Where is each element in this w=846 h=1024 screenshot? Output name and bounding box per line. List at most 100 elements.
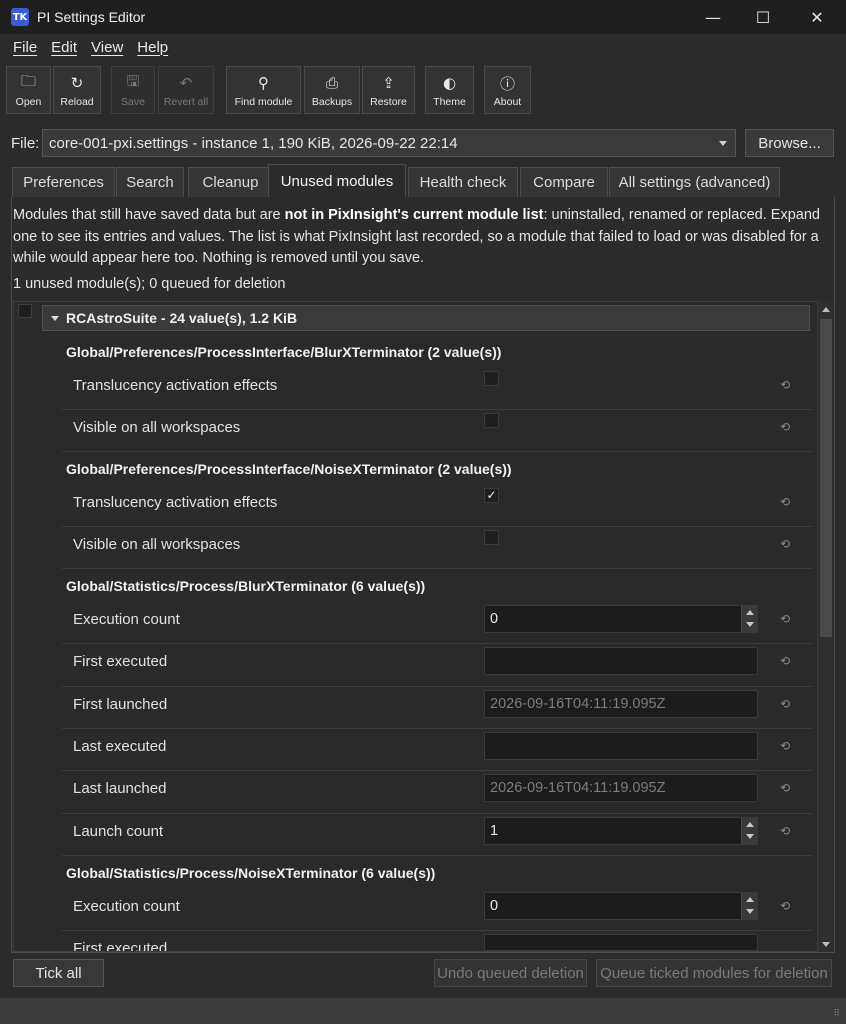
number-spinbox[interactable]: 1 — [484, 816, 758, 845]
setting-checkbox[interactable]: ✓ — [484, 488, 499, 503]
close-button[interactable]: ✕ — [794, 0, 840, 34]
row-divider — [62, 568, 812, 569]
tab-preferences[interactable]: Preferences — [12, 167, 115, 197]
theme-button[interactable]: ◐ Theme — [425, 66, 474, 114]
text-field[interactable] — [484, 647, 758, 676]
menu-view[interactable]: View — [91, 39, 123, 56]
theme-icon: ◐ — [442, 74, 457, 92]
toolbar-label: Open — [15, 96, 42, 108]
tab-compare[interactable]: Compare — [520, 167, 608, 197]
text-field: 2026-09-16T04:11:19.095Z — [484, 774, 758, 803]
toolbar-label: About — [493, 96, 522, 108]
reset-icon[interactable]: ⟲ — [780, 899, 790, 913]
field-value: 1 — [490, 822, 499, 839]
resize-grip-icon[interactable]: ⠿ — [833, 1009, 840, 1019]
reset-icon[interactable]: ⟲ — [780, 495, 790, 509]
window-title: PI Settings Editor — [37, 9, 146, 25]
field-value: 2026-09-16T04:11:19.095Z — [490, 780, 666, 797]
find-module-button[interactable]: ⚲ Find module — [226, 66, 301, 114]
setting-label: First executed — [73, 653, 168, 671]
spin-arrows-icon[interactable] — [741, 606, 757, 632]
reset-icon[interactable]: ⟲ — [780, 697, 790, 711]
module-header[interactable]: RCAstroSuite - 24 value(s), 1.2 KiB — [42, 305, 810, 331]
setting-label: Translucency activation effects — [73, 494, 278, 511]
text-field[interactable] — [484, 934, 758, 951]
row-divider — [62, 409, 812, 410]
toolbar-label: Find module — [234, 96, 293, 108]
row-divider — [62, 451, 812, 452]
setting-label: Translucency activation effects — [73, 377, 278, 394]
reset-icon[interactable]: ⟲ — [780, 824, 790, 838]
restore-button[interactable]: ⇪ Restore — [362, 66, 415, 114]
tick-all-button[interactable]: Tick all — [13, 959, 104, 987]
setting-label: Visible on all workspaces — [73, 536, 241, 553]
group-title: Global/Preferences/ProcessInterface/Nois… — [66, 461, 512, 477]
setting-label: Last launched — [73, 780, 167, 798]
scrollbar-thumb[interactable] — [820, 319, 832, 637]
reload-icon: ↻ — [70, 74, 84, 92]
app-logo-icon: TK — [11, 8, 29, 26]
scroll-up-icon[interactable] — [818, 302, 834, 316]
expand-icon[interactable] — [51, 315, 59, 321]
row-divider — [62, 854, 812, 856]
setting-label: Last executed — [73, 737, 167, 755]
tab-all-settings[interactable]: All settings (advanced) — [609, 167, 780, 197]
reset-icon[interactable]: ⟲ — [780, 612, 790, 626]
toolbar-label: Backups — [311, 96, 353, 108]
row-divider — [62, 812, 812, 814]
reset-icon[interactable]: ⟲ — [780, 781, 790, 795]
vertical-scrollbar[interactable] — [817, 301, 833, 952]
row-divider — [62, 930, 812, 932]
row-divider — [62, 727, 812, 729]
setting-label: Execution count — [73, 897, 180, 915]
open-button[interactable]: 🗀 Open — [6, 66, 51, 114]
text-field[interactable] — [484, 731, 758, 760]
reset-icon[interactable]: ⟲ — [780, 378, 790, 392]
maximize-button[interactable]: ☐ — [740, 0, 786, 34]
row-divider — [62, 526, 812, 527]
reset-icon[interactable]: ⟲ — [780, 654, 790, 668]
number-spinbox[interactable]: 0 — [484, 891, 758, 920]
browse-button[interactable]: Browse... — [745, 129, 834, 157]
printer-icon: ⎙ — [325, 74, 338, 92]
setting-checkbox[interactable] — [484, 371, 499, 386]
spin-arrows-icon[interactable] — [741, 892, 757, 919]
tab-unused-modules[interactable]: Unused modules — [268, 164, 406, 198]
number-spinbox[interactable]: 0 — [484, 605, 758, 633]
queue-ticked-modules-button[interactable]: Queue ticked modules for deletion — [596, 959, 832, 987]
save-button[interactable]: 🖫 Save — [111, 66, 155, 114]
field-value: 2026-09-16T04:11:19.095Z — [490, 695, 666, 712]
menu-file[interactable]: File — [13, 39, 37, 56]
file-select-value: core-001-pxi.settings - instance 1, 190 … — [49, 134, 458, 152]
revert-all-button[interactable]: ↶ Revert all — [158, 66, 214, 114]
setting-label: Execution count — [73, 611, 180, 628]
folder-icon: 🗀 — [20, 71, 36, 90]
search-icon: ⚲ — [258, 74, 269, 92]
reset-icon[interactable]: ⟲ — [780, 420, 790, 434]
menu-edit[interactable]: Edit — [51, 39, 77, 56]
upload-icon: ⇪ — [382, 74, 395, 92]
reset-icon[interactable]: ⟲ — [780, 537, 790, 551]
toolbar-label: Save — [121, 96, 145, 108]
setting-checkbox[interactable] — [484, 530, 499, 545]
setting-checkbox[interactable] — [484, 413, 499, 428]
undo-queued-deletion-button[interactable]: Undo queued deletion — [434, 959, 587, 987]
toolbar-label: Restore — [370, 96, 407, 108]
menu-help[interactable]: Help — [137, 39, 168, 56]
tab-cleanup[interactable]: Cleanup — [188, 167, 273, 197]
module-checkbox[interactable] — [18, 304, 32, 318]
spin-arrows-icon[interactable] — [741, 817, 757, 844]
tab-health-check[interactable]: Health check — [408, 167, 518, 197]
minimize-button[interactable]: — — [690, 0, 736, 34]
reload-button[interactable]: ↻ Reload — [53, 66, 101, 114]
save-icon: 🖫 — [126, 71, 140, 90]
group-title: Global/Statistics/Process/BlurXTerminato… — [66, 578, 426, 594]
row-divider — [62, 770, 812, 772]
scroll-down-icon[interactable] — [818, 937, 834, 951]
chevron-down-icon — [719, 141, 727, 146]
tab-search[interactable]: Search — [116, 167, 184, 197]
reset-icon[interactable]: ⟲ — [780, 739, 790, 753]
backups-button[interactable]: ⎙ Backups — [304, 66, 360, 114]
file-select[interactable]: core-001-pxi.settings - instance 1, 190 … — [42, 129, 736, 157]
about-button[interactable]: ⓘ About — [484, 66, 531, 114]
